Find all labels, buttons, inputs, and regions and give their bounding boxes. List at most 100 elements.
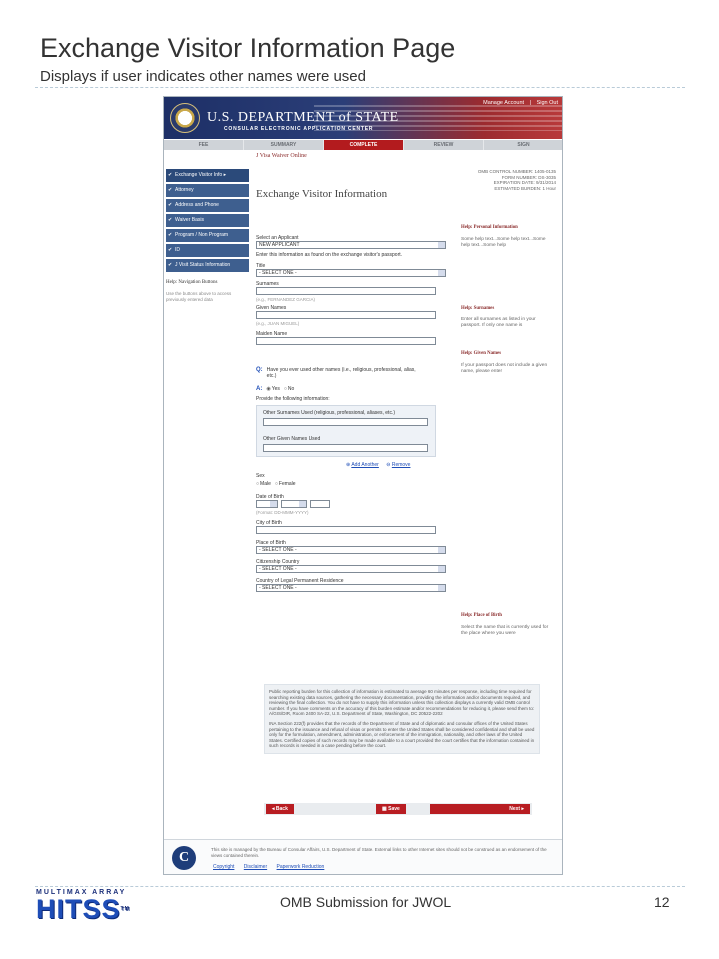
- link-separator: |: [529, 100, 532, 106]
- select-applicant-dropdown[interactable]: NEW APPLICANT: [256, 241, 446, 249]
- header-banner: U.S. DEPARTMENT of STATE CONSULAR ELECTR…: [164, 97, 562, 139]
- bottom-divider: [35, 886, 685, 887]
- step-summary[interactable]: SUMMARY: [244, 140, 324, 150]
- sex-label: Sex: [256, 473, 265, 479]
- state-seal-icon: [170, 103, 200, 133]
- back-button[interactable]: ◂ Back: [266, 804, 294, 814]
- sidebar-item-status-info[interactable]: J Visit Status Information: [166, 259, 249, 272]
- male-radio[interactable]: ○: [256, 481, 259, 487]
- female-radio[interactable]: ○: [275, 481, 278, 487]
- form-button-bar: ◂ Back ▦ Save Next ▸: [264, 803, 532, 815]
- given-names-input[interactable]: [256, 311, 436, 319]
- dob-fields: [256, 500, 446, 508]
- help-surnames-title: Help: Surnames: [461, 306, 495, 311]
- save-button[interactable]: ▦ Save: [376, 804, 406, 814]
- footer-links: Copyright Disclaimer Paperwork Reduction: [213, 864, 332, 870]
- step-fee[interactable]: FEE: [164, 140, 244, 150]
- help-surnames: Help: Surnames Enter all surnames as lis…: [461, 306, 551, 329]
- copyright-link[interactable]: Copyright: [213, 864, 234, 870]
- site-footer: C This site is managed by the Bureau of …: [164, 839, 562, 874]
- male-label: Male: [260, 481, 271, 487]
- help-place: Help: Place of Birth Select the name tha…: [461, 613, 551, 637]
- dob-month-dropdown[interactable]: [281, 500, 307, 508]
- given-names-hint: (e.g., JUAN MIGUEL): [256, 321, 300, 326]
- city-of-birth-input[interactable]: [256, 526, 436, 534]
- sidebar-nav: Exchange Visitor Info ▸ Attorney Address…: [166, 169, 249, 303]
- yes-radio[interactable]: ◉: [266, 386, 270, 392]
- residence-dropdown[interactable]: - SELECT ONE -: [256, 584, 446, 592]
- other-surnames-input[interactable]: [263, 418, 428, 426]
- manage-account-link[interactable]: Manage Account: [483, 100, 524, 106]
- logo-word-text: HITSS: [36, 894, 121, 924]
- legal-notice: Public reporting burden for this collect…: [264, 684, 540, 754]
- slide-subtitle: Displays if user indicates other names w…: [40, 68, 366, 85]
- sidebar-item-waiver-basis[interactable]: Waiver Basis: [166, 214, 249, 227]
- question-text: Have you ever used other names (i.e., re…: [266, 367, 416, 379]
- slide-title: Exchange Visitor Information Page: [40, 33, 456, 63]
- title-dropdown[interactable]: - SELECT ONE -: [256, 269, 446, 277]
- help-surnames-text: Enter all surnames as listed in your pas…: [461, 317, 536, 328]
- chevron-right-icon: ▸: [521, 806, 524, 812]
- add-another-link[interactable]: Add Another: [351, 462, 379, 468]
- logo-trademark: TM: [120, 906, 130, 912]
- sidebar-item-exchange-visitor-info[interactable]: Exchange Visitor Info ▸: [166, 169, 249, 182]
- place-of-birth-dropdown[interactable]: - SELECT ONE -: [256, 546, 446, 554]
- add-icon: ⊕: [346, 462, 351, 468]
- surnames-input[interactable]: [256, 287, 436, 295]
- account-links: Manage Account | Sign Out: [479, 100, 558, 106]
- paperwork-reduction-link[interactable]: Paperwork Reduction: [277, 864, 325, 870]
- sign-out-link[interactable]: Sign Out: [537, 100, 558, 106]
- maiden-name-input[interactable]: [256, 337, 436, 345]
- sidebar-item-id[interactable]: ID: [166, 244, 249, 257]
- passport-note: Enter this information as found on the e…: [256, 252, 403, 258]
- sex-options: ○ Male ○ Female: [256, 481, 446, 487]
- dob-year-input[interactable]: [310, 500, 330, 508]
- remove-link[interactable]: Remove: [392, 462, 411, 468]
- sidebar-item-label: ID: [175, 247, 180, 253]
- step-complete[interactable]: COMPLETE: [324, 140, 404, 150]
- dob-day-dropdown[interactable]: [256, 500, 278, 508]
- help-place-title: Help: Place of Birth: [461, 613, 502, 618]
- main-content: J Visa Waiver Online OMB CONTROL NUMBER:…: [256, 153, 556, 636]
- sidebar-item-address-phone[interactable]: Address and Phone: [166, 199, 249, 212]
- no-radio[interactable]: ○: [284, 386, 287, 392]
- yes-label: Yes: [271, 386, 280, 392]
- sidebar-item-program[interactable]: Program / Non Program: [166, 229, 249, 242]
- step-sign[interactable]: SIGN: [484, 140, 562, 150]
- sidebar-item-label: Exchange Visitor Info: [175, 172, 223, 178]
- help-personal-title: Help: Personal Information: [461, 225, 518, 230]
- app-name: J Visa Waiver Online: [256, 153, 307, 159]
- row-actions: ⊕ Add Another ⊖ Remove: [256, 462, 446, 468]
- disclaimer-link[interactable]: Disclaimer: [244, 864, 267, 870]
- step-review[interactable]: REVIEW: [404, 140, 484, 150]
- nav-help-text: Use the buttons above to access previous…: [166, 291, 232, 302]
- other-given-input[interactable]: [263, 444, 428, 452]
- consular-seal-icon: C: [172, 846, 196, 870]
- slide-footer: OMB Submission for JWOL: [280, 894, 452, 910]
- omb-line: OMB CONTROL NUMBER: 1405-0135: [477, 169, 556, 174]
- no-label: No: [287, 386, 295, 392]
- help-place-text: Select the name that is currently used f…: [461, 625, 549, 636]
- answer-marker: A:: [256, 386, 263, 392]
- save-icon: ▦: [382, 806, 387, 812]
- help-given-title: Help: Given Names: [461, 351, 501, 356]
- sidebar-item-label: Attorney: [175, 187, 194, 193]
- logo-word: HITSSTM: [36, 894, 161, 924]
- help-personal-text: Some help text...Some help text...Some h…: [461, 237, 546, 248]
- other-names-question: Q: Have you ever used other names (i.e.,…: [256, 367, 446, 379]
- citizenship-dropdown[interactable]: - SELECT ONE -: [256, 565, 446, 573]
- help-given-text: If your passport does not include a give…: [461, 363, 548, 374]
- hitss-logo: MULTIMAX ARRAY HITSSTM: [36, 889, 161, 925]
- ina-statement: INA Section 222(f) provides that the rec…: [269, 720, 535, 749]
- next-button[interactable]: Next ▸: [430, 804, 530, 814]
- remove-icon: ⊖: [386, 462, 391, 468]
- sidebar-item-attorney[interactable]: Attorney: [166, 184, 249, 197]
- sidebar-item-label: Program / Non Program: [175, 232, 229, 238]
- back-button-label: Back: [275, 806, 288, 812]
- omb-info: OMB CONTROL NUMBER: 1405-0135 FORM NUMBE…: [478, 169, 556, 191]
- page-number: 12: [654, 894, 670, 910]
- surnames-hint: (e.g., FERNANDEZ GARCIA): [256, 297, 316, 302]
- sidebar-item-label: Address and Phone: [175, 202, 219, 208]
- nav-help-title: Help: Navigation Buttons: [166, 280, 218, 285]
- department-name: U.S. DEPARTMENT of STATE: [207, 110, 399, 125]
